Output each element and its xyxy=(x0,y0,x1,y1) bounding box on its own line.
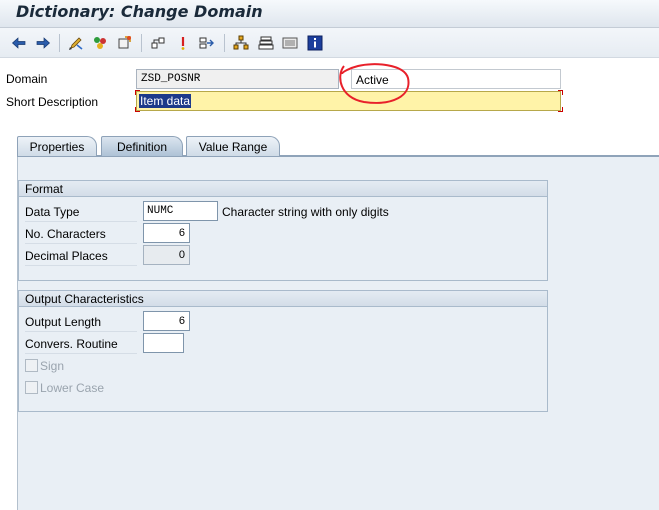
list-icon[interactable] xyxy=(281,34,299,52)
title-bar: Dictionary: Change Domain xyxy=(0,0,659,28)
field-bracket-bottom-right xyxy=(558,107,563,112)
data-type-input[interactable]: NUMC xyxy=(143,201,218,221)
activate-icon[interactable] xyxy=(116,34,134,52)
no-characters-label: No. Characters xyxy=(25,227,137,244)
navigate-icon[interactable] xyxy=(198,34,216,52)
domain-label: Domain xyxy=(6,72,48,86)
conversion-routine-label: Convers. Routine xyxy=(25,337,137,354)
sign-checkbox[interactable] xyxy=(25,359,38,372)
no-characters-input[interactable]: 6 xyxy=(143,223,190,243)
decimal-places-input[interactable]: 0 xyxy=(143,245,190,265)
lower-case-label: Lower Case xyxy=(40,381,105,395)
output-group-title: Output Characteristics xyxy=(19,291,547,307)
hierarchy-icon[interactable] xyxy=(232,34,250,52)
forward-arrow-icon[interactable] xyxy=(34,34,52,52)
conversion-routine-input[interactable] xyxy=(143,333,184,353)
status-field: Active xyxy=(351,69,561,89)
where-used-icon[interactable] xyxy=(174,34,192,52)
short-description-text: Item data xyxy=(139,94,192,108)
other-object-icon[interactable] xyxy=(149,34,167,52)
display-change-icon[interactable] xyxy=(67,34,85,52)
tab-properties[interactable]: Properties xyxy=(17,136,97,156)
short-description-input[interactable]: Item data xyxy=(136,91,561,111)
lower-case-checkbox[interactable] xyxy=(25,381,38,394)
stack-icon[interactable] xyxy=(257,34,275,52)
sign-label: Sign xyxy=(40,359,65,373)
field-bracket-top-left xyxy=(135,90,140,95)
field-bracket-top-right xyxy=(558,90,563,95)
check-object-icon[interactable] xyxy=(91,34,109,52)
data-type-label: Data Type xyxy=(25,205,137,222)
output-length-input[interactable]: 6 xyxy=(143,311,190,331)
field-bracket-bottom-left xyxy=(135,107,140,112)
info-icon[interactable] xyxy=(306,34,324,52)
tab-properties-label: Properties xyxy=(29,140,85,154)
data-type-description: Character string with only digits xyxy=(222,205,389,219)
decimal-places-label: Decimal Places xyxy=(25,249,137,266)
back-arrow-icon[interactable] xyxy=(10,34,28,52)
tab-definition-label: Definition xyxy=(116,140,168,154)
tab-definition[interactable]: Definition xyxy=(101,136,183,156)
tab-value-range[interactable]: Value Range xyxy=(186,136,280,156)
output-length-label: Output Length xyxy=(25,315,137,332)
application-toolbar xyxy=(0,28,659,58)
format-group-title: Format xyxy=(19,181,547,197)
window-title: Dictionary: Change Domain xyxy=(16,2,263,21)
domain-field[interactable]: ZSD_POSNR xyxy=(136,69,339,89)
short-description-label: Short Description xyxy=(6,95,99,109)
tab-value-range-label: Value Range xyxy=(198,140,268,154)
